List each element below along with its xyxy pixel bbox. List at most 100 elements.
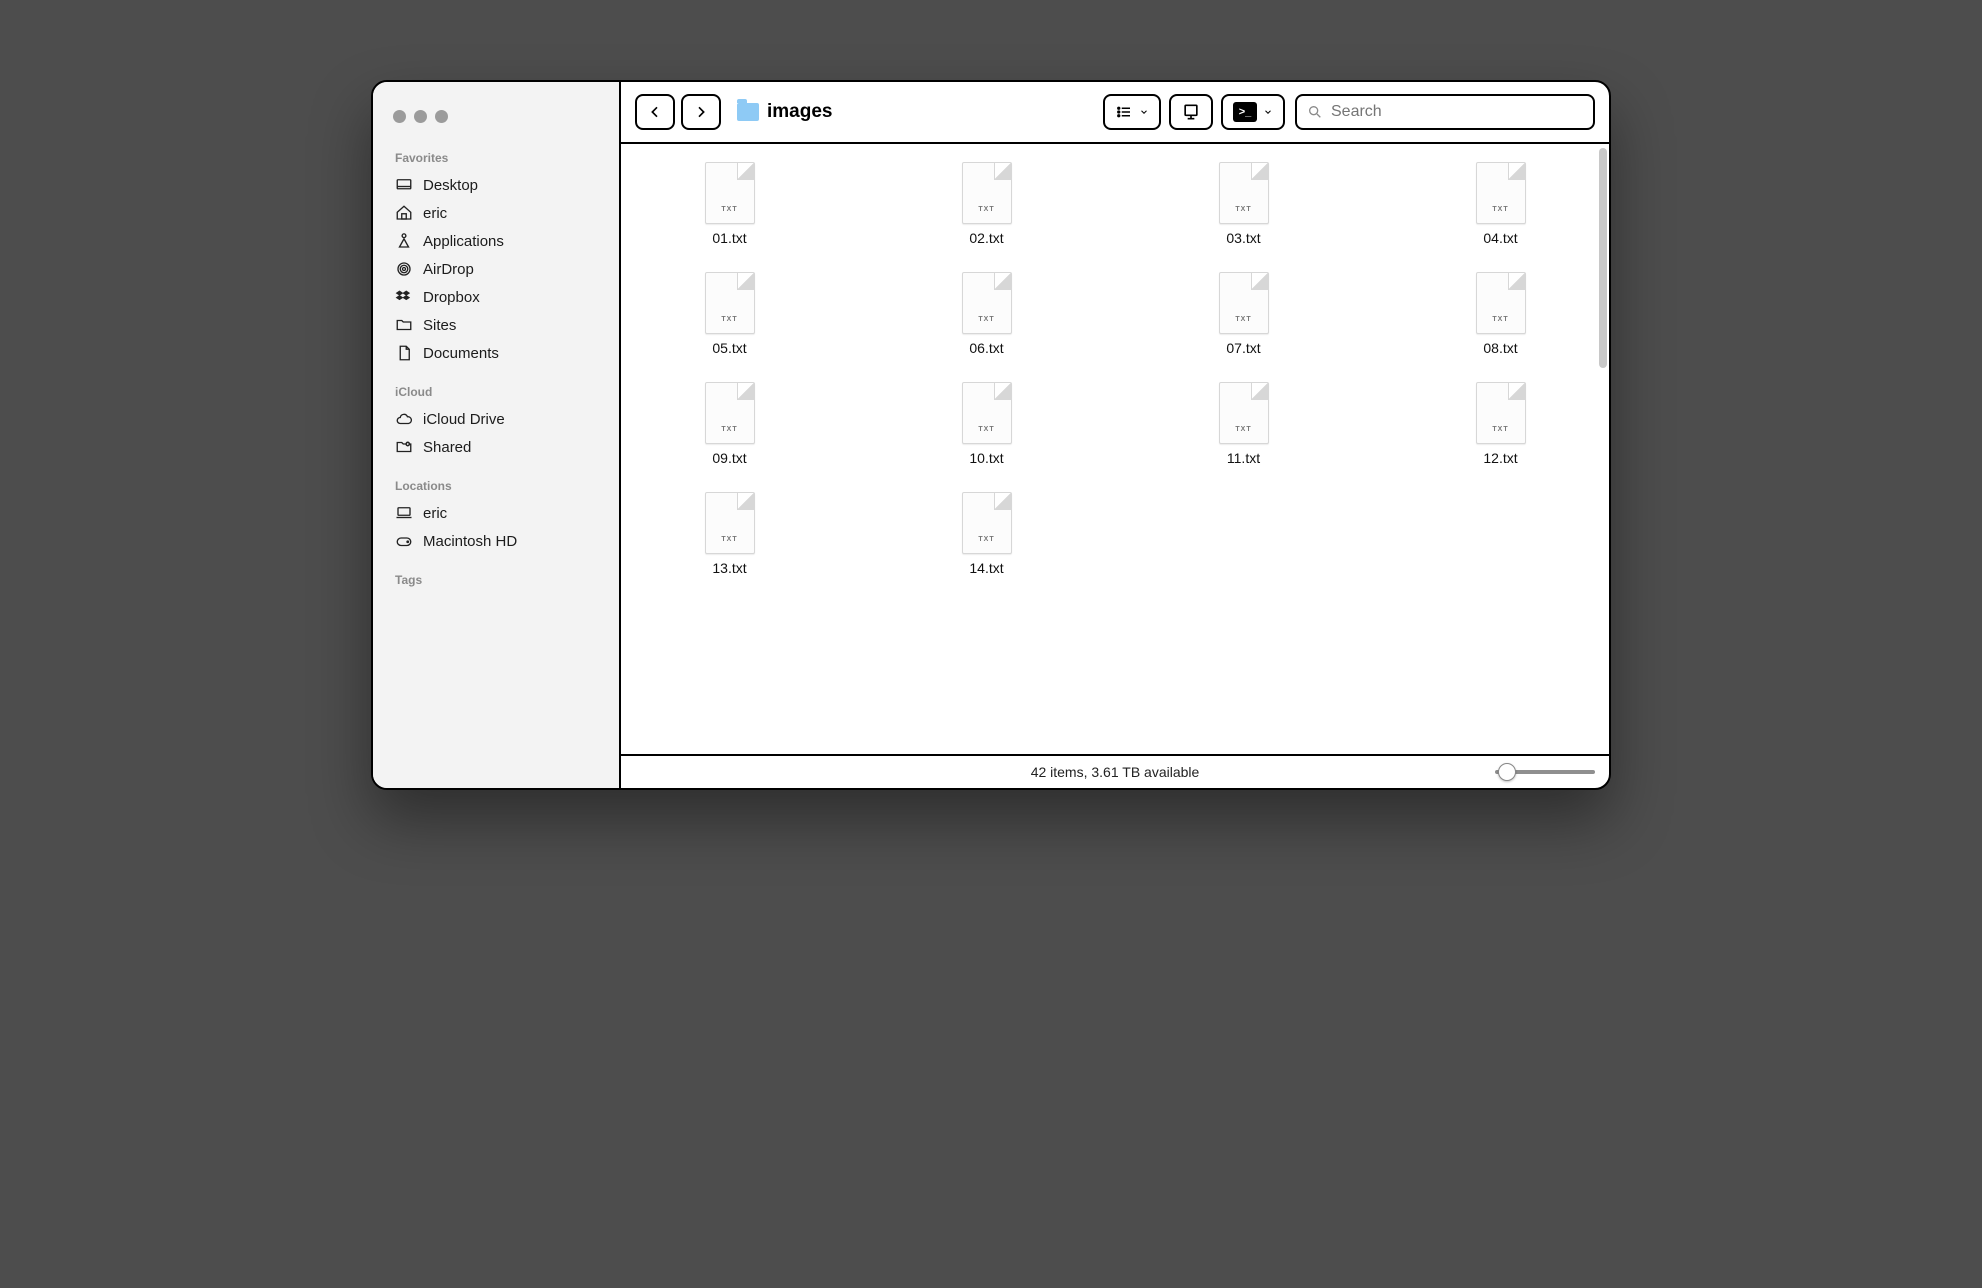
sidebar-section-label: Favorites	[373, 147, 619, 171]
desktop-icon	[395, 176, 413, 194]
file-item[interactable]: TXT 10.txt	[942, 382, 1032, 466]
sidebar-item-icloud-drive[interactable]: iCloud Drive	[373, 405, 619, 433]
terminal-icon: >_	[1233, 102, 1257, 122]
file-type-badge: TXT	[978, 316, 994, 323]
search-input[interactable]	[1331, 103, 1583, 121]
file-type-badge: TXT	[1235, 426, 1251, 433]
sidebar-item-macintosh-hd[interactable]: Macintosh HD	[373, 527, 619, 555]
sidebar-item-shared[interactable]: Shared	[373, 433, 619, 461]
sidebar-item-label: AirDrop	[423, 261, 474, 278]
file-type-badge: TXT	[1492, 426, 1508, 433]
sidebar-item-label: Macintosh HD	[423, 533, 517, 550]
sidebar-item-airdrop[interactable]: AirDrop	[373, 255, 619, 283]
txt-file-icon: TXT	[1219, 382, 1269, 444]
txt-file-icon: TXT	[1219, 272, 1269, 334]
file-name: 10.txt	[969, 450, 1003, 466]
shared-icon	[395, 438, 413, 456]
apps-icon	[395, 232, 413, 250]
sidebar-item-eric[interactable]: eric	[373, 199, 619, 227]
path-title[interactable]: images	[737, 101, 832, 123]
forward-button[interactable]	[681, 94, 721, 130]
sidebar-item-label: Shared	[423, 439, 471, 456]
file-item[interactable]: TXT 09.txt	[685, 382, 775, 466]
file-name: 08.txt	[1483, 340, 1517, 356]
sidebar-section-label: iCloud	[373, 381, 619, 405]
file-name: 04.txt	[1483, 230, 1517, 246]
laptop-icon	[395, 504, 413, 522]
toolbar: images >_	[621, 82, 1609, 144]
file-name: 13.txt	[712, 560, 746, 576]
close-window-button[interactable]	[393, 110, 406, 123]
file-type-badge: TXT	[978, 536, 994, 543]
file-item[interactable]: TXT 01.txt	[685, 162, 775, 246]
file-name: 05.txt	[712, 340, 746, 356]
file-item[interactable]: TXT 05.txt	[685, 272, 775, 356]
sidebar-item-documents[interactable]: Documents	[373, 339, 619, 367]
txt-file-icon: TXT	[705, 492, 755, 554]
file-name: 14.txt	[969, 560, 1003, 576]
icon-size-slider[interactable]	[1495, 770, 1595, 774]
txt-file-icon: TXT	[705, 382, 755, 444]
sidebar-item-desktop[interactable]: Desktop	[373, 171, 619, 199]
file-type-badge: TXT	[978, 206, 994, 213]
cloud-icon	[395, 410, 413, 428]
txt-file-icon: TXT	[1219, 162, 1269, 224]
chevron-down-icon	[1263, 107, 1273, 117]
file-name: 06.txt	[969, 340, 1003, 356]
file-name: 07.txt	[1226, 340, 1260, 356]
file-name: 03.txt	[1226, 230, 1260, 246]
group-button[interactable]	[1169, 94, 1213, 130]
file-item[interactable]: TXT 12.txt	[1456, 382, 1546, 466]
file-item[interactable]: TXT02.txt	[942, 162, 1032, 246]
folder-name: images	[767, 101, 832, 123]
txt-file-icon: TXT	[962, 492, 1012, 554]
file-item[interactable]: TXT 14.txt	[942, 492, 1032, 576]
sidebar-item-label: Desktop	[423, 177, 478, 194]
zoom-window-button[interactable]	[435, 110, 448, 123]
file-item[interactable]: TXT04.txt	[1456, 162, 1546, 246]
sidebar: Favorites Desktop eric Applications AirDrop D…	[373, 82, 621, 788]
file-name: 12.txt	[1483, 450, 1517, 466]
minimize-window-button[interactable]	[414, 110, 427, 123]
file-item[interactable]: TXT11.txt	[1199, 382, 1289, 466]
document-icon	[395, 344, 413, 362]
file-item[interactable]: TXT 03.txt	[1199, 162, 1289, 246]
txt-file-icon: TXT	[705, 272, 755, 334]
sidebar-item-sites[interactable]: Sites	[373, 311, 619, 339]
dropbox-icon	[395, 288, 413, 306]
sidebar-item-dropbox[interactable]: Dropbox	[373, 283, 619, 311]
txt-file-icon: TXT	[705, 162, 755, 224]
window-controls	[373, 100, 619, 147]
main-panel: images >_	[621, 82, 1609, 788]
disk-icon	[395, 532, 413, 550]
file-type-badge: TXT	[978, 426, 994, 433]
sidebar-item-eric[interactable]: eric	[373, 499, 619, 527]
sidebar-item-label: Sites	[423, 317, 456, 334]
file-item[interactable]: TXT 07.txt	[1199, 272, 1289, 356]
file-name: 01.txt	[712, 230, 746, 246]
file-browser[interactable]: TXT01.txtTXT02.txtTXT03.txtTXT04.txtTXT0…	[621, 144, 1609, 754]
view-mode-button[interactable]	[1103, 94, 1161, 130]
file-item[interactable]: TXT08.txt	[1456, 272, 1546, 356]
airdrop-icon	[395, 260, 413, 278]
sidebar-item-label: iCloud Drive	[423, 411, 505, 428]
status-text: 42 items, 3.61 TB available	[1031, 764, 1200, 780]
file-item[interactable]: TXT 06.txt	[942, 272, 1032, 356]
vertical-scrollbar[interactable]	[1599, 148, 1607, 368]
sidebar-item-applications[interactable]: Applications	[373, 227, 619, 255]
home-icon	[395, 204, 413, 222]
folder-icon	[395, 316, 413, 334]
search-field[interactable]	[1295, 94, 1595, 130]
sidebar-item-label: Applications	[423, 233, 504, 250]
back-button[interactable]	[635, 94, 675, 130]
txt-file-icon: TXT	[962, 272, 1012, 334]
action-menu-button[interactable]: >_	[1221, 94, 1285, 130]
txt-file-icon: TXT	[1476, 382, 1526, 444]
finder-window: Favorites Desktop eric Applications AirDrop D…	[371, 80, 1611, 790]
file-item[interactable]: TXT 13.txt	[685, 492, 775, 576]
search-icon	[1307, 104, 1323, 120]
txt-file-icon: TXT	[962, 382, 1012, 444]
sidebar-item-label: Dropbox	[423, 289, 480, 306]
file-type-badge: TXT	[721, 316, 737, 323]
file-name: 09.txt	[712, 450, 746, 466]
